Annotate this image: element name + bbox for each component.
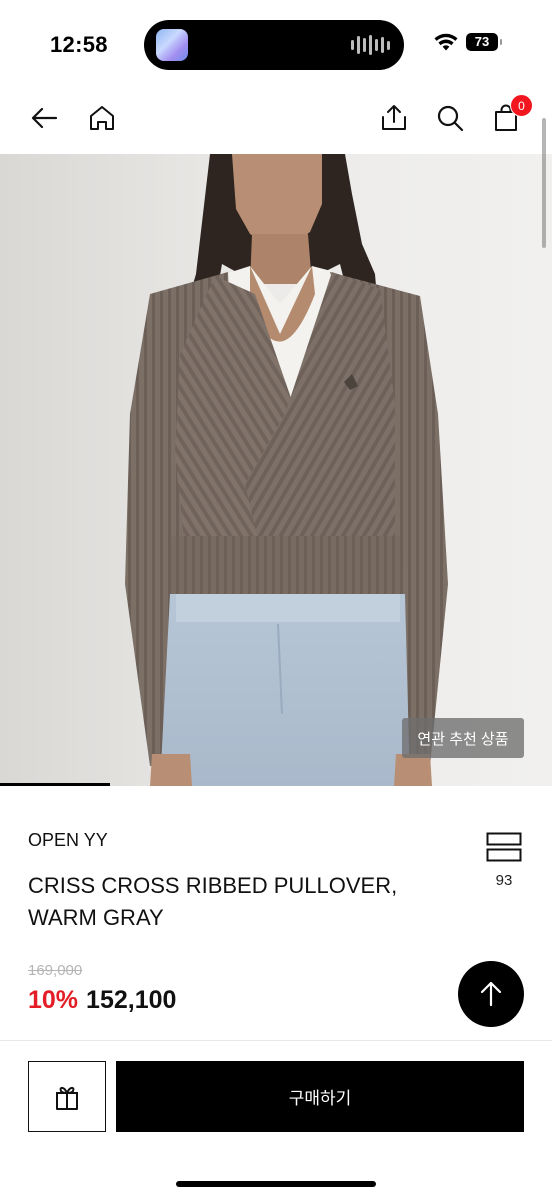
- scroll-to-top-button[interactable]: [458, 961, 524, 1027]
- gift-icon: [56, 1086, 78, 1110]
- status-icons: 73: [434, 33, 502, 51]
- brand-name[interactable]: OPEN YY: [28, 830, 108, 851]
- scroll-indicator[interactable]: [542, 118, 546, 248]
- gift-button[interactable]: [28, 1061, 106, 1132]
- top-nav-bar: 0: [0, 84, 552, 154]
- wifi-icon: [434, 33, 458, 51]
- share-button[interactable]: [374, 98, 414, 138]
- divider: [0, 1040, 552, 1041]
- home-button[interactable]: [82, 98, 122, 138]
- home-indicator: [176, 1181, 376, 1187]
- original-price: 169,000: [28, 962, 83, 979]
- related-products-button[interactable]: 연관 추천 상품: [402, 718, 524, 758]
- search-icon: [437, 105, 464, 132]
- dynamic-island[interactable]: [144, 20, 404, 70]
- image-progress-bar: [0, 783, 111, 786]
- home-icon: [90, 106, 114, 130]
- product-image-carousel[interactable]: 연관 추천 상품: [0, 154, 552, 786]
- cart-count-badge: 0: [510, 94, 533, 117]
- buy-button[interactable]: 구매하기: [116, 1061, 524, 1132]
- arrow-up-icon: [480, 981, 502, 1007]
- status-bar: 12:58 73: [0, 0, 552, 84]
- cart-button[interactable]: 0: [486, 94, 533, 138]
- sale-price-row: 10% 152,100: [28, 986, 176, 1015]
- now-playing-app-icon: [156, 29, 188, 61]
- sale-price: 152,100: [86, 986, 177, 1014]
- product-photo: [0, 154, 552, 786]
- search-button[interactable]: [430, 98, 470, 138]
- back-button[interactable]: [24, 98, 64, 138]
- wishlist-button[interactable]: 93: [484, 832, 524, 892]
- discount-rate: 10%: [28, 986, 79, 1014]
- wishlist-count: 93: [495, 872, 513, 889]
- wishlist-icon: [486, 832, 522, 862]
- battery-icon: 73: [466, 33, 502, 51]
- share-icon: [382, 105, 406, 130]
- audio-wave-icon: [351, 35, 390, 55]
- status-time: 12:58: [50, 32, 108, 57]
- back-arrow-icon: [31, 107, 58, 129]
- product-title: CRISS CROSS RIBBED PULLOVER, WARM GRAY: [28, 873, 398, 930]
